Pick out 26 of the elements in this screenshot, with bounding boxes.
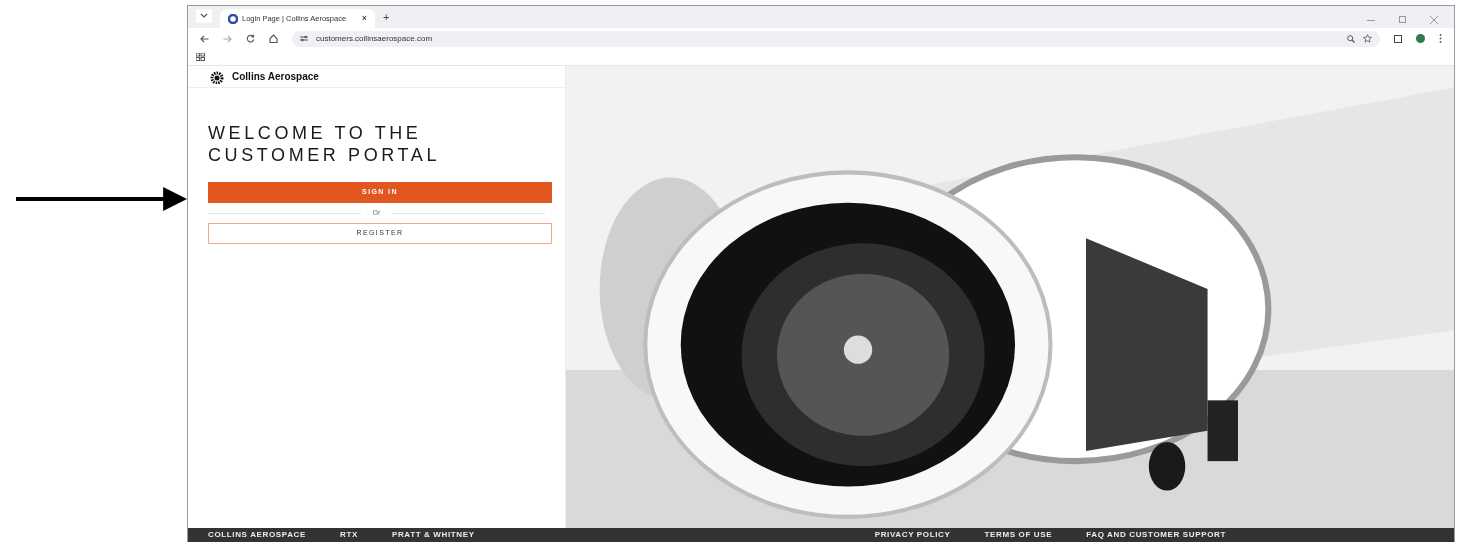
profile-icon[interactable]: [1416, 34, 1425, 43]
url-text: customers.collinsaerospace.com: [316, 32, 433, 45]
site-settings-icon[interactable]: [300, 35, 308, 42]
footer-link[interactable]: RTX: [340, 530, 358, 540]
footer-link[interactable]: PRATT & WHITNEY: [391, 530, 475, 540]
caret-icon[interactable]: [196, 9, 212, 23]
extensions-icon[interactable]: [1394, 34, 1402, 43]
star-icon[interactable]: [1363, 34, 1372, 43]
footer-link[interactable]: PRIVACY POLICY: [874, 530, 951, 540]
new-tab-icon[interactable]: +: [383, 8, 390, 25]
zoom-icon[interactable]: [1347, 34, 1355, 43]
site-favicon-icon: [228, 13, 238, 24]
heading-line: WELCOME TO THE: [208, 122, 423, 144]
footer-link[interactable]: FAQ AND CUSTOMER SUPPORT: [1086, 530, 1226, 540]
footer-link[interactable]: COLLINS AEROSPACE: [208, 530, 306, 540]
close-tab-icon[interactable]: ×: [361, 11, 367, 26]
arrow-icon: [16, 187, 187, 211]
back-icon[interactable]: [200, 34, 209, 43]
apps-icon[interactable]: [196, 53, 205, 61]
home-icon[interactable]: [269, 34, 278, 43]
logo-text: Collins Aerospace: [232, 70, 319, 84]
menu-icon[interactable]: [1439, 34, 1442, 43]
reload-icon[interactable]: [246, 34, 255, 43]
heading-line: CUSTOMER PORTAL: [208, 144, 442, 166]
address-bar[interactable]: customers.collinsaerospace.com: [292, 30, 1380, 47]
footer-link[interactable]: TERMS OF USE: [984, 530, 1053, 540]
